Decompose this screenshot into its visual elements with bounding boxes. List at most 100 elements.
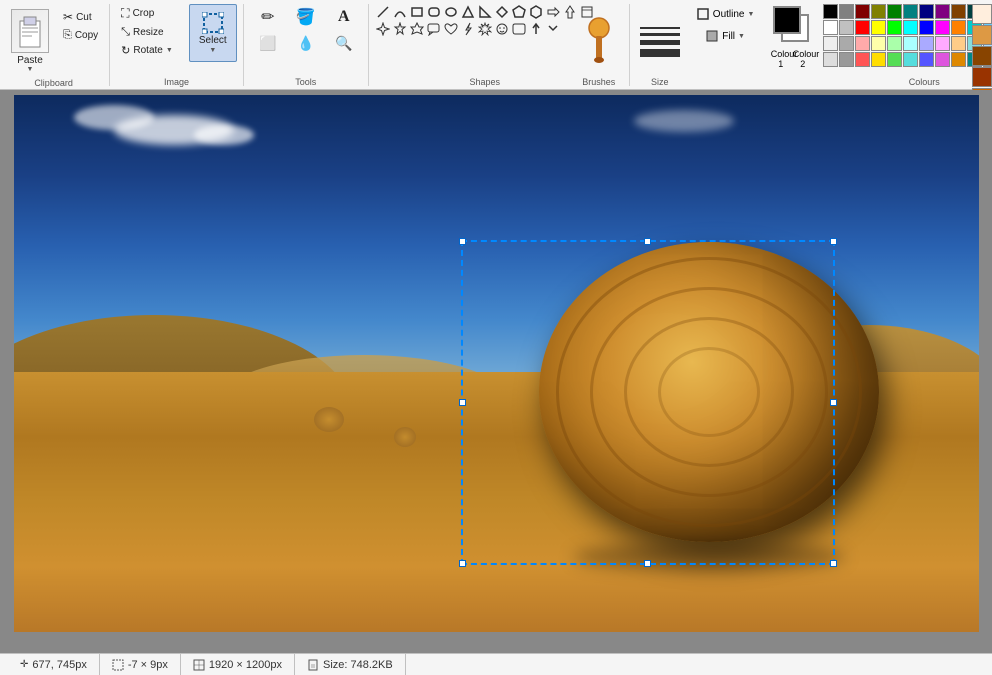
extra-colour-1[interactable] [972, 25, 992, 45]
colour-cell-2-8[interactable] [951, 36, 966, 51]
select-arrow: ▼ [209, 47, 216, 54]
colour-cell-1-5[interactable] [903, 20, 918, 35]
line-shape[interactable] [375, 4, 391, 20]
colour-cell-0-4[interactable] [887, 4, 902, 19]
pencil-button[interactable]: ✏ [250, 4, 286, 30]
size-line-1[interactable] [640, 27, 680, 29]
colour-cell-2-1[interactable] [839, 36, 854, 51]
magnify-button[interactable]: 🔍 [326, 32, 362, 55]
colour-cell-3-7[interactable] [935, 52, 950, 67]
roundrect-shape[interactable] [426, 4, 442, 20]
hexagon-shape[interactable] [528, 4, 544, 20]
colour-cell-2-7[interactable] [935, 36, 950, 51]
colour-cell-3-4[interactable] [887, 52, 902, 67]
canvas-image [14, 95, 979, 632]
up-arrow-shape[interactable] [528, 21, 544, 37]
colour-cell-1-0[interactable] [823, 20, 838, 35]
colour-cell-3-3[interactable] [871, 52, 886, 67]
colour-cell-0-2[interactable] [855, 4, 870, 19]
colour-cell-1-7[interactable] [935, 20, 950, 35]
brushes-button[interactable] [579, 16, 619, 64]
text-button[interactable]: A [326, 4, 362, 30]
size-line-4[interactable] [640, 49, 680, 57]
colour-cell-0-1[interactable] [839, 4, 854, 19]
resize-button[interactable]: ⤡ Resize [116, 24, 178, 41]
colour-cell-3-5[interactable] [903, 52, 918, 67]
star5-shape[interactable] [392, 21, 408, 37]
rotate-button[interactable]: ↻ Rotate ▼ [116, 42, 178, 59]
outline-arrow: ▼ [747, 11, 754, 18]
tools-group: ✏ 🪣 A ⬜ 💧 [246, 0, 371, 90]
colour-cell-2-5[interactable] [903, 36, 918, 51]
paste-dropdown-arrow: ▼ [27, 66, 34, 73]
colour-cell-1-1[interactable] [839, 20, 854, 35]
colour-cell-0-3[interactable] [871, 4, 886, 19]
explosion-shape[interactable] [477, 21, 493, 37]
star6-shape[interactable] [409, 21, 425, 37]
colour-cell-1-2[interactable] [855, 20, 870, 35]
colour-cell-2-6[interactable] [919, 36, 934, 51]
lightning-shape[interactable] [460, 21, 476, 37]
colour-cell-2-4[interactable] [887, 36, 902, 51]
colour1-swatch[interactable] [773, 6, 801, 34]
fill-button[interactable]: 🪣 [288, 4, 324, 30]
coordinates-item: ✛ 677, 745px [8, 654, 100, 675]
colour-cell-0-8[interactable] [951, 4, 966, 19]
color-picker-button[interactable]: 💧 [288, 32, 324, 55]
diamond-shape[interactable] [494, 4, 510, 20]
colour-cell-3-2[interactable] [855, 52, 870, 67]
main-hay-bale [539, 242, 879, 542]
colour-cell-1-6[interactable] [919, 20, 934, 35]
colour-cell-3-6[interactable] [919, 52, 934, 67]
colour-cell-2-2[interactable] [855, 36, 870, 51]
ellipse-shape[interactable] [443, 4, 459, 20]
eraser-button[interactable]: ⬜ [250, 32, 286, 55]
brushes-group: Brushes [571, 0, 632, 90]
outline-button[interactable]: Outline ▼ [691, 4, 760, 24]
colour-cell-0-6[interactable] [919, 4, 934, 19]
colour-cell-2-0[interactable] [823, 36, 838, 51]
size-line-2[interactable] [640, 33, 680, 36]
paste-button[interactable]: Paste ▼ [4, 4, 56, 76]
select-button[interactable]: Select ▼ [189, 4, 237, 62]
triangle-shape[interactable] [460, 4, 476, 20]
image-size-text: 1920 × 1200px [209, 659, 282, 671]
ribbon: Paste ▼ ✂ Cut ⎘ Copy Clipboard [0, 0, 992, 90]
canvas-area[interactable] [0, 90, 992, 653]
size-line-3[interactable] [640, 40, 680, 45]
curve-shape[interactable] [392, 4, 408, 20]
down-scroll[interactable] [545, 21, 561, 37]
extra-colour-2[interactable] [972, 46, 992, 66]
crop-button[interactable]: ⛶ Crop [116, 4, 178, 23]
file-size-item: Size: 748.2KB [295, 654, 406, 675]
image-group: ⛶ Crop ⤡ Resize ↻ Rotate ▼ [112, 0, 246, 90]
heart-shape[interactable] [443, 21, 459, 37]
smiley-shape[interactable] [494, 21, 510, 37]
copy-button[interactable]: ⎘ Copy [58, 27, 103, 44]
small-bale [314, 407, 344, 432]
fill-btn[interactable]: Fill ▼ [700, 26, 750, 46]
colour-cell-3-1[interactable] [839, 52, 854, 67]
arrow-shape[interactable] [545, 4, 561, 20]
colour-cell-0-0[interactable] [823, 4, 838, 19]
rtriangle-shape[interactable] [477, 4, 493, 20]
colour-cell-1-3[interactable] [871, 20, 886, 35]
colour-cell-0-7[interactable] [935, 4, 950, 19]
callout-shape[interactable] [426, 21, 442, 37]
colour-cell-1-8[interactable] [951, 20, 966, 35]
star4-shape[interactable] [375, 21, 391, 37]
colour-cell-3-8[interactable] [951, 52, 966, 67]
colours-label: Colours [767, 75, 992, 90]
cloud-2 [74, 105, 154, 130]
colour-cell-0-5[interactable] [903, 4, 918, 19]
rect-shape[interactable] [409, 4, 425, 20]
cut-button[interactable]: ✂ Cut [58, 8, 103, 26]
extra-colour-3[interactable] [972, 67, 992, 87]
colour-cell-2-3[interactable] [871, 36, 886, 51]
pentagon-shape[interactable] [511, 4, 527, 20]
scroll2-shape[interactable] [511, 21, 527, 37]
extra-colour-0[interactable] [972, 4, 992, 24]
colour-cell-1-4[interactable] [887, 20, 902, 35]
colour-cell-3-0[interactable] [823, 52, 838, 67]
colours-group: Colour1 Colour2 Colours [767, 0, 967, 90]
